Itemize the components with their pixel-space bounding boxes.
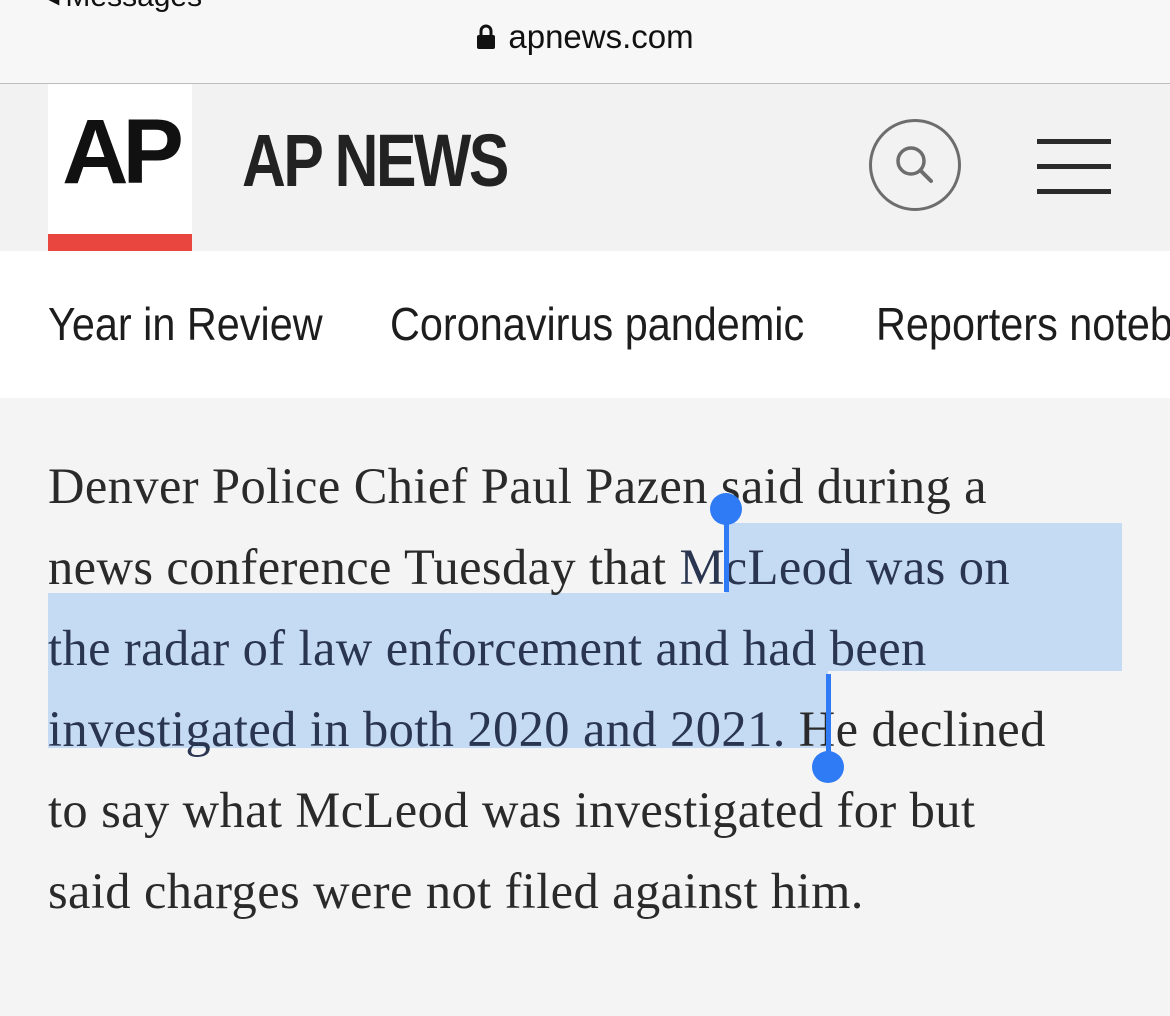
- back-label: Messages: [65, 0, 202, 14]
- chevron-left-icon: ◀: [44, 0, 59, 7]
- selection-end-caret: [826, 674, 831, 756]
- selection-start-caret: [724, 508, 729, 592]
- paragraph-line: to say what McLeod was investigated for …: [48, 770, 1148, 851]
- selected-text: investigated in both 2020 and 2021.: [48, 701, 786, 757]
- site-header: AP AP NEWS: [0, 84, 1170, 251]
- article-body: Denver Police Chief Paul Pazen said duri…: [0, 398, 1170, 1016]
- hamburger-menu-button[interactable]: [1037, 139, 1111, 195]
- section-nav: Year in Review Coronavirus pandemic Repo…: [0, 251, 1170, 398]
- line-text: He declined: [785, 701, 1046, 757]
- hamburger-menu-icon: [1037, 139, 1111, 144]
- address-field[interactable]: apnews.com: [0, 14, 1170, 60]
- ap-logo[interactable]: AP: [48, 84, 192, 251]
- nav-item-coronavirus-pandemic[interactable]: Coronavirus pandemic: [390, 301, 804, 347]
- selected-text: the radar of law enforcement and had bee…: [48, 620, 927, 676]
- paragraph-line: said charges were not filed against him.: [48, 851, 1148, 932]
- url-text: apnews.com: [508, 18, 694, 55]
- line-text: Denver Police Chief Paul Pazen said duri…: [48, 458, 987, 514]
- back-to-messages-button[interactable]: ◀ Messages: [44, 0, 202, 14]
- ap-logo-text: AP: [62, 101, 184, 203]
- browser-url-bar: ◀ Messages apnews.com: [0, 0, 1170, 84]
- line-text: news conference Tuesday that: [48, 539, 680, 595]
- nav-item-reporters-notebook[interactable]: Reporters notebook: [876, 301, 1170, 347]
- lock-icon: [477, 24, 496, 49]
- line-text: to say what McLeod was investigated for …: [48, 782, 976, 838]
- search-button[interactable]: [869, 119, 961, 211]
- paragraph-line: Denver Police Chief Paul Pazen said duri…: [48, 446, 1148, 527]
- hamburger-menu-icon-line: [1037, 189, 1111, 194]
- paragraph-line: investigated in both 2020 and 2021. He d…: [48, 689, 1148, 770]
- hamburger-menu-icon-line: [1037, 164, 1111, 169]
- article-paragraph[interactable]: Denver Police Chief Paul Pazen said duri…: [48, 446, 1148, 932]
- site-title[interactable]: AP NEWS: [242, 124, 509, 198]
- paragraph-line: the radar of law enforcement and had bee…: [48, 608, 1148, 689]
- nav-item-year-in-review[interactable]: Year in Review: [48, 301, 323, 347]
- paragraph-line: news conference Tuesday that McLeod was …: [48, 527, 1148, 608]
- search-icon: [896, 146, 933, 183]
- line-text: said charges were not filed against him.: [48, 863, 864, 919]
- selection-end-handle[interactable]: [812, 751, 844, 783]
- selected-text: McLeod was on: [679, 539, 1011, 595]
- ap-logo-accent-bar: [48, 234, 192, 251]
